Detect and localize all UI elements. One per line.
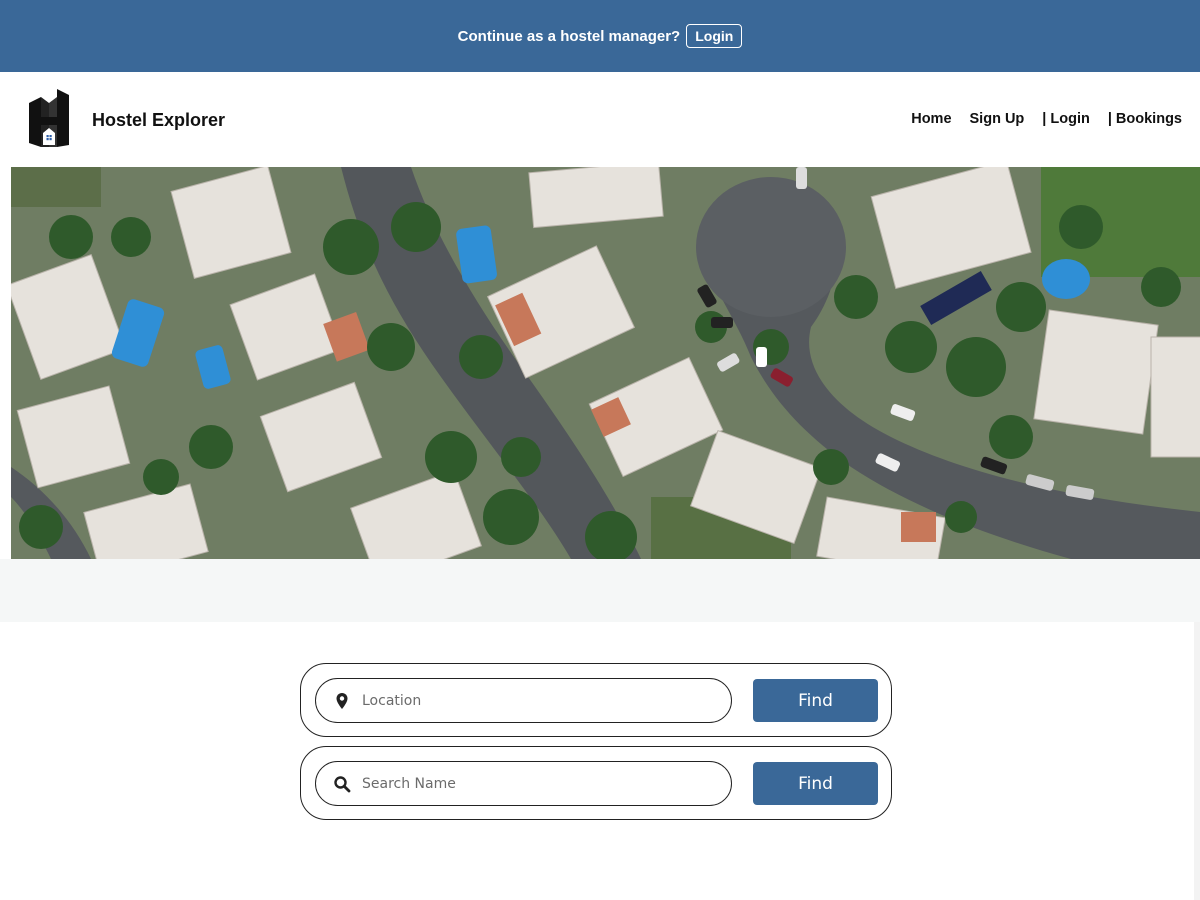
page-scrollbar[interactable] (1194, 622, 1200, 900)
hero-image (11, 167, 1200, 559)
nav-login[interactable]: | Login (1042, 111, 1090, 127)
nav-home[interactable]: Home (911, 111, 951, 127)
find-name-button[interactable]: Find (753, 762, 878, 805)
search-name-input[interactable] (362, 768, 731, 799)
nav-sign-up[interactable]: Sign Up (970, 111, 1025, 127)
name-search-panel: Find (300, 746, 892, 820)
location-search-panel: Find (300, 663, 892, 737)
section-divider (0, 559, 1200, 622)
nav-links: Home Sign Up | Login | Bookings (893, 111, 1182, 127)
find-location-button[interactable]: Find (753, 679, 878, 722)
search-icon (334, 775, 351, 792)
building-logo-icon[interactable] (27, 89, 71, 149)
aerial-neighborhood-illustration (11, 167, 1200, 559)
map-pin-icon (336, 692, 348, 709)
navbar: Hostel Explorer Home Sign Up | Login | B… (0, 72, 1200, 167)
manager-login-button[interactable]: Login (686, 24, 743, 48)
name-field[interactable] (315, 761, 732, 806)
banner-text: Continue as a hostel manager? (457, 27, 681, 45)
manager-banner: Continue as a hostel manager? Login (0, 0, 1200, 72)
brand-name[interactable]: Hostel Explorer (92, 110, 225, 131)
location-field[interactable] (315, 678, 732, 723)
nav-bookings[interactable]: | Bookings (1108, 111, 1182, 127)
location-input[interactable] (362, 685, 731, 716)
